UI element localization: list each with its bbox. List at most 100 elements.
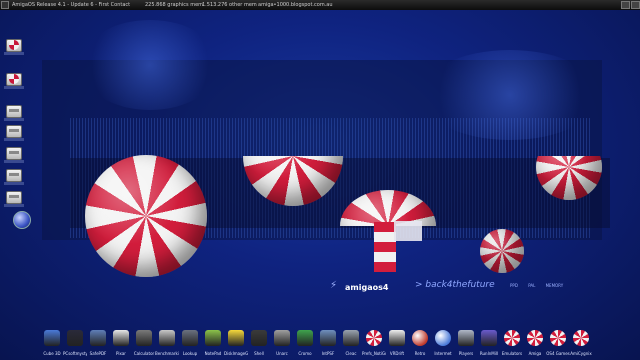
lamp-icon	[113, 330, 129, 346]
dock-item[interactable]: Players	[456, 328, 476, 360]
dock-item-label: Cleac	[345, 351, 357, 356]
dock-item[interactable]: Prefs_NotiGrowl & Co.	[362, 328, 386, 360]
dock-item[interactable]: VRDrift	[387, 328, 407, 360]
disk-icon[interactable]	[4, 72, 24, 90]
dock-item-label: Lookup	[182, 351, 198, 356]
rocket-icon	[458, 330, 474, 346]
drive-icon[interactable]	[4, 190, 24, 208]
document-icon	[320, 330, 336, 346]
trash-icon	[343, 330, 359, 346]
drive-icon[interactable]	[4, 168, 24, 186]
dock-item[interactable]: Intermet	[433, 328, 453, 360]
boing-icon	[550, 330, 566, 346]
dock-item[interactable]: RunInMill	[479, 328, 499, 360]
chart-icon	[159, 330, 175, 346]
dock-item-label: Shell	[254, 351, 264, 356]
monitor-icon	[67, 330, 83, 346]
dock-item[interactable]: Benchmarking	[155, 328, 179, 360]
dock-item-label: AmiCygnix	[570, 351, 592, 356]
decor-block	[394, 221, 422, 241]
dock-item-label: Emulators	[501, 351, 523, 356]
dock-item[interactable]: OS4 Games	[546, 328, 570, 360]
backdrop-glow	[420, 50, 600, 140]
boing-ball-small	[480, 229, 524, 273]
screen-close-gadget[interactable]	[1, 1, 9, 9]
screen-title-bar: AmigaOS Release 4.1 - Update 6 - First C…	[0, 0, 640, 10]
notepad-icon	[205, 330, 221, 346]
boing-mushroom-stem	[374, 222, 396, 272]
dock-item-label: RunInMill	[479, 351, 499, 356]
other-mem-readout: 1.513.276 other mem	[202, 2, 257, 8]
drive-icon[interactable]	[4, 146, 24, 164]
dock-item[interactable]: Cleac	[341, 328, 361, 360]
dock-item[interactable]: Cromo	[295, 328, 315, 360]
dock-item-label: Players	[458, 351, 474, 356]
dock-item[interactable]: Cube 3D	[42, 328, 62, 360]
dock-item-label: DiskImageGUI	[224, 351, 248, 356]
dock-item-label: Retro	[414, 351, 426, 356]
logo-text: amigaos4	[345, 283, 389, 292]
drive-icon[interactable]	[4, 104, 24, 122]
archive-icon	[274, 330, 290, 346]
dock-item-label: Calculator	[133, 351, 155, 356]
globe-blue-icon	[435, 330, 451, 346]
boing-icon	[366, 330, 382, 346]
title-text: AmigaOS Release 4.1 - Update 6 - First C…	[12, 2, 131, 8]
dock-item[interactable]: Calculator	[134, 328, 154, 360]
pdf-icon	[90, 330, 106, 346]
status-labels: PPD PAL MEMORY	[510, 283, 572, 288]
status-label: MEMORY	[545, 283, 564, 288]
dock-item[interactable]: DiskImageGUI	[224, 328, 248, 360]
screen-url-text: amiga•1000.blogspot.com.au	[258, 2, 333, 8]
screen-front-gadget[interactable]	[631, 1, 640, 9]
dock-item[interactable]: Pixar	[111, 328, 131, 360]
dock-item[interactable]: Unarc	[272, 328, 292, 360]
boing-icon	[573, 330, 589, 346]
dock-item[interactable]: Retro	[410, 328, 430, 360]
drive-icon[interactable]	[4, 124, 24, 142]
tagline-text: > back4thefuture	[415, 280, 495, 290]
amidock: Cube 3DPCsoftmystyleSafePDF Pixar Calculat…	[42, 328, 592, 360]
dock-item-label: VRDrift	[389, 351, 405, 356]
disk-icon[interactable]	[4, 38, 24, 56]
boing-ball-large	[85, 155, 207, 277]
orb-icon[interactable]	[13, 211, 31, 229]
graphics-mem-readout: 225.868 graphics mem	[145, 2, 204, 8]
dock-item-label: Unarc	[276, 351, 288, 356]
desktop: AmigaOS Release 4.1 - Update 6 - First C…	[0, 0, 640, 360]
dock-item-label: Pixar	[116, 351, 126, 356]
boing-ball-half-right	[536, 156, 602, 200]
dock-item-label: OS4 Games	[546, 351, 570, 356]
dock-item-label: Cube 3D	[43, 351, 61, 356]
status-label: PPD	[510, 283, 518, 288]
status-label: PAL	[528, 283, 536, 288]
dock-item[interactable]: Shell	[249, 328, 269, 360]
boing-icon	[504, 330, 520, 346]
globe-icon	[412, 330, 428, 346]
shell-icon	[251, 330, 267, 346]
dock-item[interactable]: SafePDF	[88, 328, 108, 360]
amigaos4-logo: ⚡ amigaos4 > back4thefuture	[330, 280, 530, 300]
dock-item-label: Cromo	[298, 351, 312, 356]
windmill-icon	[481, 330, 497, 346]
dock-item-label: Benchmarking	[155, 351, 179, 356]
dock-item-label: SafePDF	[89, 351, 107, 356]
dock-item[interactable]: Emulators	[502, 328, 522, 360]
boing-icon	[527, 330, 543, 346]
dock-item[interactable]: Lookup	[180, 328, 200, 360]
dock-item[interactable]: NotePad	[203, 328, 223, 360]
cube-icon	[44, 330, 60, 346]
screen-depth-gadget[interactable]	[621, 1, 630, 9]
backdrop-glow	[80, 20, 220, 110]
dock-item[interactable]: AmiCygnix	[570, 328, 592, 360]
dock-item[interactable]: IntPSF	[318, 328, 338, 360]
book-icon	[182, 330, 198, 346]
recycle-icon	[297, 330, 313, 346]
flask-icon	[389, 330, 405, 346]
calculator-icon	[136, 330, 152, 346]
dock-item[interactable]: PCsoftmystyle	[63, 328, 87, 360]
dock-item-label: NotePad	[204, 351, 222, 356]
amiga-logo-icon: ⚡	[330, 280, 338, 291]
dock-item[interactable]: Amiga	[525, 328, 545, 360]
boing-ball-half	[243, 156, 343, 206]
